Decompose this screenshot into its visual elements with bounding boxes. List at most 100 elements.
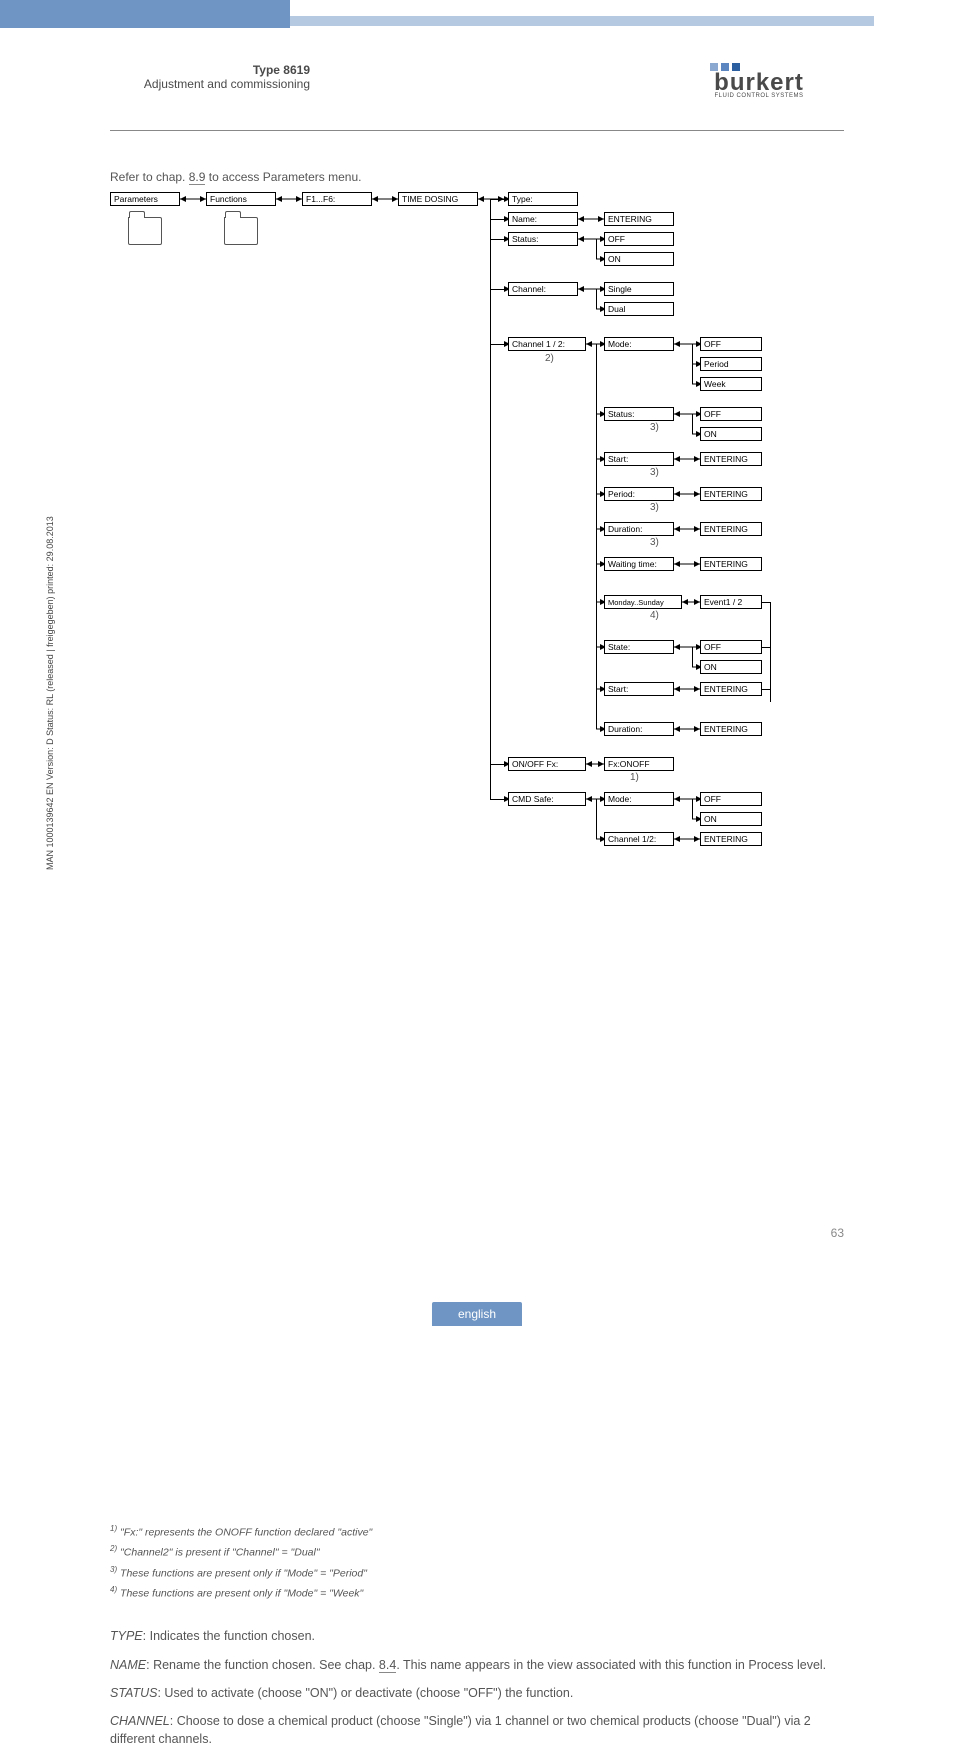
top-bar-lightblue (290, 16, 874, 26)
desc-name: NAME: Rename the function chosen. See ch… (110, 1656, 844, 1674)
box-mode2-on: ON (700, 812, 762, 826)
box-mode: Mode: (604, 337, 674, 351)
desc-type: TYPE: Indicates the function chosen. (110, 1627, 844, 1645)
arrow-biconn-3 (372, 198, 398, 200)
box-status2-on: ON (700, 427, 762, 441)
header-title-sub: Adjustment and commissioning (110, 77, 310, 91)
footnote-2: 2) "Channel2" is present if "Channel" = … (110, 1542, 844, 1562)
box-mode-week: Week (700, 377, 762, 391)
description-block: TYPE: Indicates the function chosen. NAM… (110, 1627, 844, 1748)
box-status2: Status: (604, 407, 674, 421)
box-functions: Functions (206, 192, 276, 206)
vln-below (596, 602, 597, 702)
logo-subtext: FLUID CONTROL SYSTEMS (704, 93, 814, 99)
box-state-off: OFF (700, 640, 762, 654)
box-waiting-ent: ENTERING (700, 557, 762, 571)
box-name: Name: (508, 212, 578, 226)
footer-language: english (432, 1302, 522, 1326)
box-ch12: Channel 1 / 2: (508, 337, 586, 351)
top-bar-blue (0, 0, 290, 28)
box-period-ent: ENTERING (700, 487, 762, 501)
page-header: Type 8619 Adjustment and commissioning b… (0, 28, 954, 128)
folder-icon-1 (128, 217, 162, 245)
top-bar (0, 0, 954, 28)
box-status-off: OFF (604, 232, 674, 246)
box-start: Start: (604, 452, 674, 466)
box-dual: Dual (604, 302, 674, 316)
box-status: Status: (508, 232, 578, 246)
footnotes: 1) "Fx:" represents the ONOFF function d… (110, 1522, 844, 1603)
box-duration-ent: ENTERING (700, 522, 762, 536)
box-f1f6: F1...F6: (302, 192, 372, 206)
box-start-ent: ENTERING (700, 452, 762, 466)
arrow-biconn-1 (180, 198, 206, 200)
box-period: Period: (604, 487, 674, 501)
box-waiting: Waiting time: (604, 557, 674, 571)
folder-icon-2 (224, 217, 258, 245)
box-status2-off: OFF (700, 407, 762, 421)
hln-event-start2 (762, 689, 770, 690)
box-status-on: ON (604, 252, 674, 266)
desc-status: STATUS: Used to activate (choose "ON") o… (110, 1684, 844, 1702)
box-state-on: ON (700, 660, 762, 674)
note-3b: 3) (650, 467, 659, 478)
box-monsun: Monday..Sunday (604, 595, 682, 609)
box-mode-off: OFF (700, 337, 762, 351)
arrow-biconn-2 (276, 198, 302, 200)
note-2: 2) (545, 353, 554, 364)
intro-suffix: to access Parameters menu. (205, 170, 361, 184)
box-single: Single (604, 282, 674, 296)
side-meta-text: MAN 1000139642 EN Version: D Status: RL … (45, 516, 55, 870)
note-3d: 3) (650, 537, 659, 548)
box-fxonoff: Fx:ONOFF (604, 757, 674, 771)
vln-event (770, 602, 771, 702)
box-name-entering: ENTERING (604, 212, 674, 226)
hln-event-state (762, 647, 770, 648)
box-type: Type: (508, 192, 578, 206)
intro-prefix: Refer to chap. (110, 170, 189, 184)
logo-text: burkert (704, 73, 814, 93)
vln-dur2 (596, 702, 597, 729)
desc-channel: CHANNEL: Choose to dose a chemical produ… (110, 1712, 844, 1748)
note-3c: 3) (650, 502, 659, 513)
hln-event-top (762, 602, 770, 603)
footnote-1: 1) "Fx:" represents the ONOFF function d… (110, 1522, 844, 1542)
note-1: 1) (630, 772, 639, 783)
page-footer: english (0, 1300, 954, 1326)
footnote-4: 4) These functions are present only if "… (110, 1583, 844, 1603)
box-timedosing: TIME DOSING (398, 192, 478, 206)
header-title: Type 8619 Adjustment and commissioning (110, 63, 310, 91)
page-content: Refer to chap. 8.9 to access Parameters … (110, 170, 844, 1758)
vln-ch12b (596, 829, 597, 839)
box-cmdsafe: CMD Safe: (508, 792, 586, 806)
box-start2: Start: (604, 682, 674, 696)
page-number: 63 (831, 1226, 844, 1240)
box-mode2: Mode: (604, 792, 674, 806)
box-mode-period: Period (700, 357, 762, 371)
footnote-3: 3) These functions are present only if "… (110, 1563, 844, 1583)
box-state: State: (604, 640, 674, 654)
header-separator (110, 130, 844, 131)
box-duration: Duration: (604, 522, 674, 536)
box-onofffx: ON/OFF Fx: (508, 757, 586, 771)
ah-ch12 (502, 344, 510, 494)
ab-ch12b (674, 839, 700, 989)
ar-ch12b (596, 839, 606, 989)
box-start2-ent: ENTERING (700, 682, 762, 696)
box-ch12b: Channel 1/2: (604, 832, 674, 846)
box-duration2: Duration: (604, 722, 674, 736)
box-ch12b-ent: ENTERING (700, 832, 762, 846)
box-channel: Channel: (508, 282, 578, 296)
box-event: Event1 / 2 (700, 595, 762, 609)
menu-diagram: Parameters Functions F1...F6: TIME DOSIN… (110, 192, 870, 842)
ah-cmdsafe (502, 799, 510, 949)
box-parameters: Parameters (110, 192, 180, 206)
box-dur2-ent: ENTERING (700, 722, 762, 736)
note-4: 4) (650, 610, 659, 621)
header-title-bold: Type 8619 (110, 63, 310, 77)
intro-text: Refer to chap. 8.9 to access Parameters … (110, 170, 844, 184)
note-3a: 3) (650, 422, 659, 433)
intro-ref: 8.9 (189, 170, 206, 185)
box-mode2-off: OFF (700, 792, 762, 806)
logo: burkert FLUID CONTROL SYSTEMS (704, 63, 814, 99)
